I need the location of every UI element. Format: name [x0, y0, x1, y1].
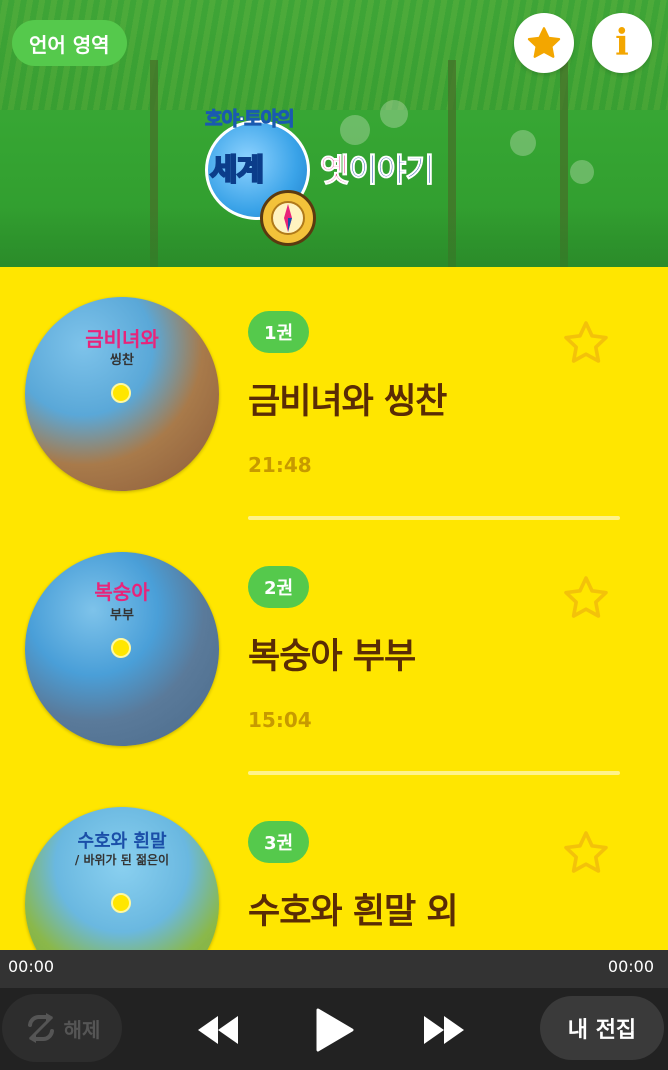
fast-forward-icon[interactable] [424, 1016, 464, 1044]
cover-disc[interactable]: 금비녀와 씽찬 [25, 297, 219, 491]
story-list[interactable]: 금비녀와 씽찬 1권 금비녀와 씽찬 21:48 복숭아 부부 2권 복숭아 부… [0, 267, 668, 950]
logo-right-text-b: 이야기 [348, 151, 435, 190]
disc-hole [111, 893, 131, 913]
volume-badge: 1권 [248, 311, 310, 353]
favorites-button[interactable] [514, 13, 574, 73]
logo-right-text: 옛이야기 [319, 145, 435, 191]
story-title[interactable]: 수호와 흰말 외 [248, 883, 459, 934]
cover-subtitle: 씽찬 [110, 353, 134, 368]
cover-title: 수호와 흰말 [77, 831, 167, 852]
volume-badge: 2권 [248, 566, 310, 608]
story-title[interactable]: 복숭아 부부 [248, 628, 416, 679]
cover-subtitle: 부부 [110, 608, 134, 623]
divider [248, 516, 620, 520]
cover-subtitle: / 바위가 된 젊은이 [74, 853, 170, 867]
favorite-star-icon[interactable] [562, 319, 610, 365]
logo-right-text-a: 옛 [319, 151, 349, 190]
list-item[interactable]: 복숭아 부부 2권 복숭아 부부 15:04 [0, 522, 668, 777]
cover-disc[interactable]: 복숭아 부부 [25, 552, 219, 746]
volume-badge: 3권 [248, 821, 310, 863]
favorite-star-icon[interactable] [562, 829, 610, 875]
compass-icon [260, 190, 316, 246]
cover-title: 금비녀와 [85, 327, 159, 351]
player-controls: 해제 내 전집 [0, 988, 668, 1070]
cover-title: 복숭아 [94, 580, 150, 604]
logo-globe-text: 세계 [209, 152, 265, 189]
cover-disc[interactable]: 수호와 흰말 / 바위가 된 젊은이 [25, 807, 219, 950]
info-icon: i [615, 22, 629, 64]
info-button[interactable]: i [592, 13, 652, 73]
story-duration: 15:04 [248, 708, 312, 732]
current-time: 00:00 [8, 957, 55, 976]
list-item[interactable]: 금비녀와 씽찬 1권 금비녀와 씽찬 21:48 [0, 267, 668, 522]
playback-progress-bar[interactable]: 00:00 00:00 [0, 950, 668, 988]
disc-hole [111, 638, 131, 658]
list-item[interactable]: 수호와 흰말 / 바위가 된 젊은이 3권 수호와 흰말 외 [0, 777, 668, 950]
language-area-button[interactable]: 언어 영역 [12, 20, 127, 66]
my-collection-button[interactable]: 내 전집 [540, 996, 664, 1060]
favorite-star-icon[interactable] [562, 574, 610, 620]
logo-top-text: 호야·토야의 [205, 108, 296, 131]
story-duration: 21:48 [248, 453, 312, 477]
play-icon[interactable] [316, 1008, 354, 1052]
header-background-figure [570, 160, 594, 184]
repeat-icon [27, 1013, 54, 1043]
app-logo: 호야·토야의 세계 옛이야기 [200, 100, 470, 250]
language-area-label: 언어 영역 [29, 32, 110, 57]
loop-label: 해제 [63, 1017, 101, 1042]
my-collection-label: 내 전집 [567, 1018, 637, 1043]
story-title[interactable]: 금비녀와 씽찬 [248, 373, 447, 424]
header-banner: 언어 영역 i 호야·토야의 세계 옛이야기 [0, 0, 668, 267]
loop-toggle-button[interactable]: 해제 [2, 994, 122, 1062]
header-background-figure [510, 130, 536, 156]
disc-hole [111, 383, 131, 403]
rewind-icon[interactable] [198, 1016, 238, 1044]
divider [248, 771, 620, 775]
star-icon [527, 27, 561, 58]
total-time: 00:00 [607, 957, 654, 976]
